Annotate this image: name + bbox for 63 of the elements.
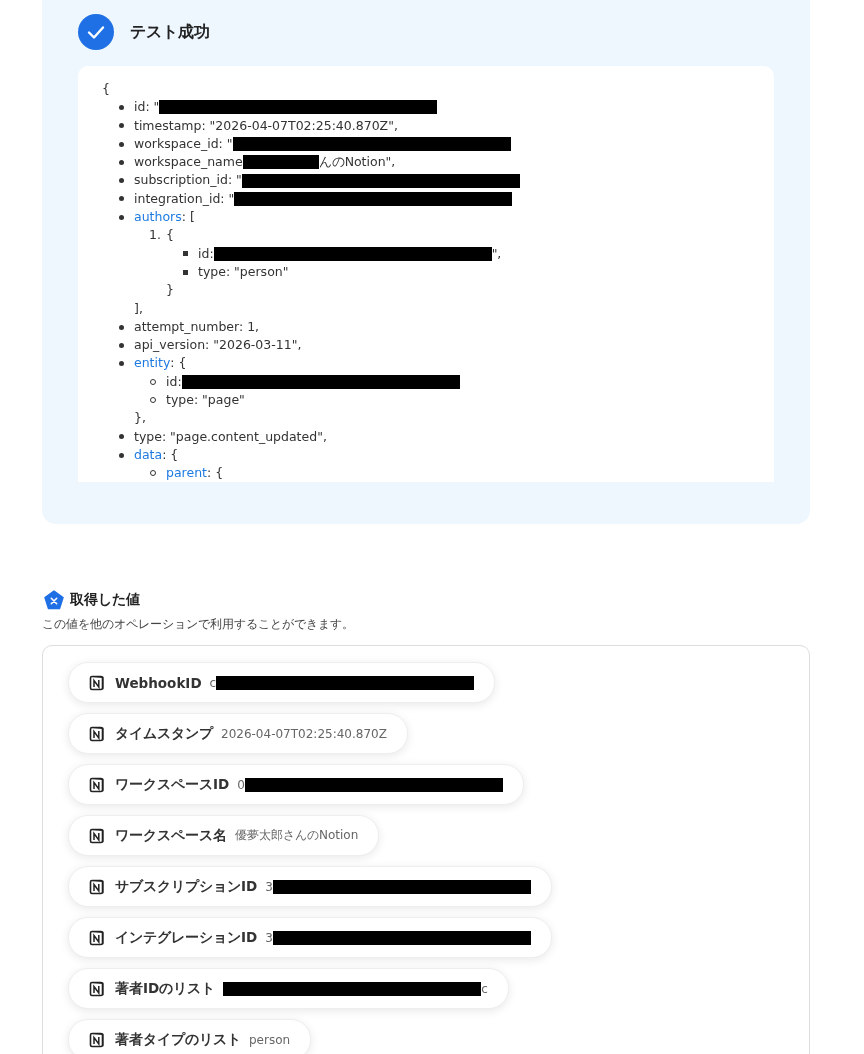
code-text: }, xyxy=(134,409,146,428)
logo-icon xyxy=(89,674,105,691)
section-title: 取得した値 xyxy=(70,591,140,609)
bullet-icon xyxy=(119,141,124,147)
bullet-icon xyxy=(119,452,124,458)
bullet-icon xyxy=(119,214,124,220)
code-text: workspace_id: " xyxy=(134,134,233,153)
code-text: : { xyxy=(170,354,187,373)
code-text: id: xyxy=(166,372,182,391)
bullet-icon xyxy=(183,269,188,275)
code-text: subscription_id: " xyxy=(134,171,242,190)
code-text: んのNotion", xyxy=(318,153,396,172)
code-text: workspace_name xyxy=(134,153,243,172)
code-text: type: "page" xyxy=(166,391,245,410)
bullet-icon xyxy=(119,361,124,367)
value-chip[interactable]: ワークスペース名 優夢太郎さんのNotion xyxy=(68,815,380,856)
code-text: : { xyxy=(162,445,179,464)
logo-icon xyxy=(89,878,105,895)
code-text: integration_id: " xyxy=(134,189,235,208)
value-chip[interactable]: 著者タイプのリスト person xyxy=(68,1019,312,1054)
bullet-icon xyxy=(119,104,124,110)
code-text: id: xyxy=(198,244,214,263)
code-text: : { xyxy=(207,464,224,482)
code-text: id: " xyxy=(134,98,160,117)
value-chip[interactable]: サブスクリプションID 3 xyxy=(68,866,552,907)
bullet-icon xyxy=(119,178,124,184)
code-text: } xyxy=(166,281,174,300)
list-number: 1. xyxy=(149,226,161,245)
code-link[interactable]: authors xyxy=(134,208,182,227)
code-text: api_version: "2026-03-11", xyxy=(134,336,302,355)
code-text: { xyxy=(102,80,110,98)
code-text: type: "page.content_updated", xyxy=(134,427,327,446)
pentagon-icon xyxy=(44,590,64,610)
bullet-icon xyxy=(119,159,124,165)
bullet-icon xyxy=(119,324,124,330)
code-text: ", xyxy=(491,244,502,263)
bullet-icon xyxy=(119,342,124,348)
code-text: type: "person" xyxy=(198,262,289,281)
value-chip[interactable]: タイムスタンプ 2026-04-07T02:25:40.870Z xyxy=(68,713,408,754)
logo-icon xyxy=(89,776,105,793)
logo-icon xyxy=(89,827,105,844)
section-description: この値を他のオペレーションで利用することができます。 xyxy=(42,616,355,633)
bullet-icon xyxy=(119,196,124,202)
value-chip[interactable]: WebhookID c xyxy=(68,662,496,703)
code-text: { xyxy=(166,226,174,245)
check-icon xyxy=(78,14,114,50)
bullet-icon xyxy=(119,123,124,129)
bullet-icon xyxy=(183,251,188,257)
logo-icon xyxy=(89,980,105,997)
code-link[interactable]: data xyxy=(134,445,163,465)
logo-icon xyxy=(89,929,105,946)
code-text: ], xyxy=(134,299,143,318)
result-title: テスト成功 xyxy=(130,21,210,43)
value-chip[interactable]: 著者IDのリスト c xyxy=(68,968,509,1009)
code-text: timestamp: "2026-04-07T02:25:40.870Z", xyxy=(134,116,398,135)
code-link[interactable]: parent xyxy=(166,464,207,482)
value-chip[interactable]: インテグレーションID 3 xyxy=(68,917,552,958)
logo-icon xyxy=(89,725,105,742)
code-text: : [ xyxy=(181,208,195,227)
code-text: attempt_number: 1, xyxy=(134,317,260,336)
logo-icon xyxy=(89,1031,105,1048)
value-chip[interactable]: ワークスペースID 0 xyxy=(68,764,524,805)
bullet-icon xyxy=(119,434,124,440)
